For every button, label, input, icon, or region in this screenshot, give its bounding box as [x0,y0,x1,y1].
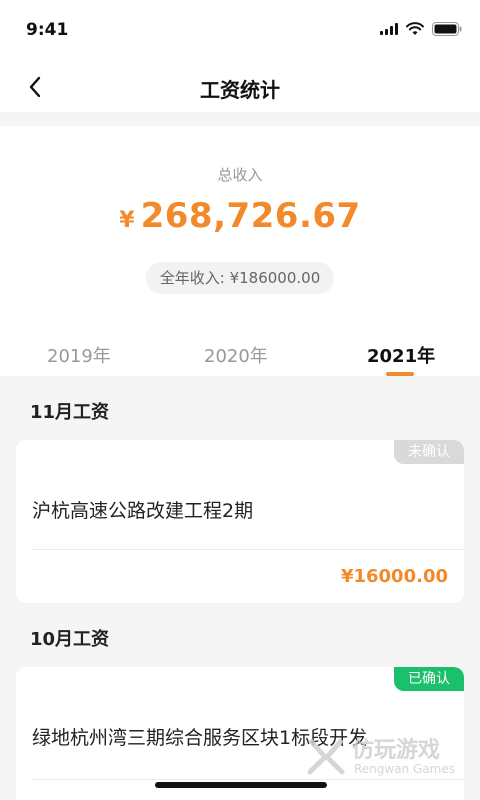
status-badge: 已确认 [394,667,464,691]
page-title: 工资统计 [200,78,280,102]
tab-2021[interactable]: 2021年 [367,342,435,368]
section-title-october: 10月工资 [30,629,110,650]
cellular-signal-icon [380,23,398,35]
currency-symbol: ¥ [119,208,135,233]
section-title-november: 11月工资 [30,402,110,423]
watermark-subtext: Rengwan Games [354,762,455,776]
total-income-amount: ¥268,726.67 [0,196,480,236]
status-time: 9:41 [26,20,69,40]
salary-card[interactable]: 未确认 沪杭高速公路改建工程2期 ¥16000.00 [16,440,464,603]
card-divider [32,549,464,550]
wifi-icon [406,22,424,35]
tab-2019[interactable]: 2019年 [47,342,111,368]
watermark-logo-icon [307,738,345,775]
watermark: 仿玩游戏 Rengwan Games [300,732,470,782]
home-indicator[interactable] [155,782,327,788]
project-name: 沪杭高速公路改建工程2期 [32,500,254,522]
tab-2020[interactable]: 2020年 [204,342,268,368]
annual-income-pill: 全年收入: ¥186000.00 [145,262,335,294]
status-bar: 9:41 [0,0,480,62]
year-tabs: 2019年 2020年 2021年 [0,336,480,376]
status-icons [380,22,462,36]
total-income-value: 268,726.67 [140,196,361,236]
income-summary: 总收入 ¥268,726.67 全年收入: ¥186000.00 2019年 2… [0,126,480,376]
battery-icon [432,22,462,36]
active-tab-indicator [386,372,414,376]
nav-bar: 工资统计 [0,62,480,112]
salary-amount: ¥16000.00 [340,566,448,587]
total-income-label: 总收入 [217,166,263,184]
watermark-text: 仿玩游戏 [352,738,441,763]
status-badge: 未确认 [394,440,464,464]
